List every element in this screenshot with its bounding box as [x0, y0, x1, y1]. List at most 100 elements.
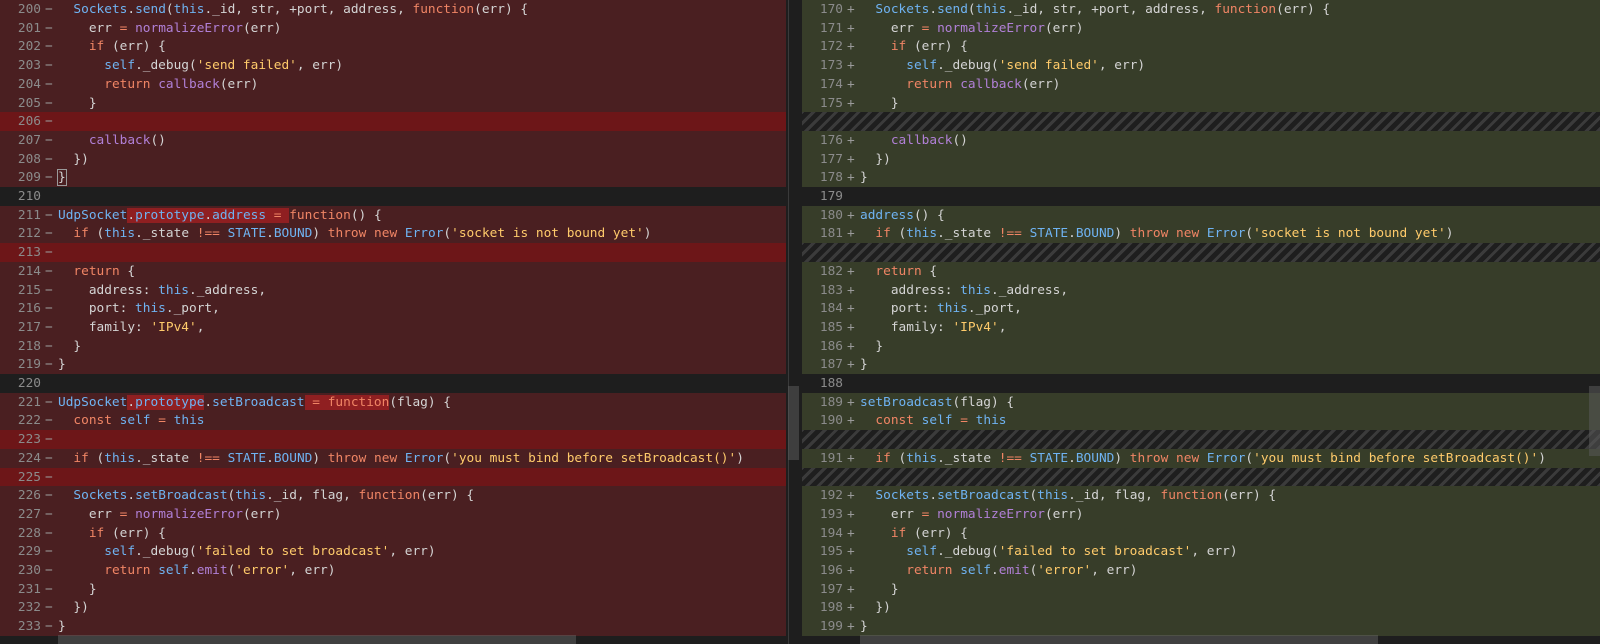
diff-line[interactable]: 205− } [0, 93, 786, 113]
diff-line[interactable]: 190 + const self = this [802, 411, 1600, 431]
diff-line[interactable]: 228− if (err) { [0, 523, 786, 543]
removed-line-marker: − [45, 151, 53, 167]
diff-filler-row[interactable] [802, 430, 1600, 450]
diff-line[interactable]: 186 + } [802, 336, 1600, 356]
diff-line[interactable]: 216− port: this._port, [0, 299, 786, 319]
diff-line[interactable]: 181 + if (this._state !== STATE.BOUND) th… [802, 224, 1600, 244]
diff-line[interactable]: 225− [0, 467, 786, 487]
code-token: err [860, 20, 922, 36]
diff-line[interactable]: 192 + Sockets.setBroadcast(this._id, flag… [802, 486, 1600, 506]
diff-line[interactable]: 211− UdpSocket.prototype.address = functi… [0, 205, 786, 225]
diff-pane-divider[interactable] [786, 0, 802, 644]
diff-line[interactable]: 198 + }) [802, 598, 1600, 618]
diff-line[interactable]: 221− UdpSocket.prototype.setBroadcast = f… [0, 392, 786, 412]
diff-line[interactable]: 223− [0, 430, 786, 450]
diff-filler-row[interactable] [802, 112, 1600, 132]
diff-line[interactable]: 219−} [0, 355, 786, 375]
diff-line[interactable]: 233−} [0, 617, 786, 637]
line-number: 189 [819, 394, 843, 410]
diff-line[interactable]: 199 +} [802, 617, 1600, 637]
right-vertical-scrollbar-thumb[interactable] [1589, 386, 1600, 456]
diff-line[interactable]: 224− if (this._state !== STATE.BOUND) th… [0, 448, 786, 468]
diff-line[interactable]: 201− err = normalizeError(err) [0, 18, 786, 38]
diff-line[interactable]: 191 + if (this._state !== STATE.BOUND) th… [802, 448, 1600, 468]
code-token: (err) { [1276, 2, 1331, 17]
diff-line[interactable]: 175 + } [802, 93, 1600, 113]
diff-line[interactable]: 180 + address() { [802, 205, 1600, 225]
diff-line[interactable]: 230− return self.emit('error', err) [0, 561, 786, 580]
right-horizontal-scrollbar[interactable] [860, 635, 1378, 644]
diff-line[interactable]: 183 + address: this._address, [802, 280, 1600, 300]
line-number: 184 [819, 301, 843, 317]
diff-line[interactable]: 227− err = normalizeError(err) [0, 504, 786, 524]
diff-line[interactable]: 209−} [0, 168, 786, 188]
diff-line[interactable]: 226− Sockets.setBroadcast(this._id, flag… [0, 486, 786, 506]
diff-filler-row[interactable] [802, 243, 1600, 263]
code-text: UdpSocket.prototype.address = function()… [58, 206, 382, 225]
code-token: self [104, 58, 136, 74]
code-text: } [860, 94, 899, 113]
diff-line[interactable]: 231− } [0, 579, 786, 599]
diff-line[interactable]: 200− Sockets.send(this._id, str, +port, … [0, 0, 786, 19]
diff-line[interactable]: 222− const self = this [0, 411, 786, 431]
code-token: . [929, 2, 938, 17]
code-text: } [58, 337, 81, 356]
diff-line[interactable]: 177 + }) [802, 149, 1600, 169]
diff-line[interactable]: 206− [0, 112, 786, 132]
diff-line[interactable]: 171 + err = normalizeError(err) [802, 18, 1600, 38]
removed-line-marker: − [45, 263, 53, 279]
diff-line[interactable]: 232− }) [0, 598, 786, 618]
left-horizontal-scrollbar[interactable] [58, 635, 576, 644]
code-token: 'failed to set broadcast' [196, 544, 390, 560]
diff-line[interactable]: 176 + callback() [802, 130, 1600, 150]
diff-line[interactable]: 193 + err = normalizeError(err) [802, 504, 1600, 524]
diff-line[interactable]: 195 + self._debug('failed to set broadcas… [802, 542, 1600, 562]
diff-line[interactable]: 210 [0, 187, 786, 206]
diff-line[interactable]: 202− if (err) { [0, 37, 786, 57]
diff-line[interactable]: 203− self._debug('send failed', err) [0, 56, 786, 76]
code-token: ( [88, 450, 105, 466]
diff-line[interactable]: 217− family: 'IPv4', [0, 317, 786, 337]
diff-line[interactable]: 170 + Sockets.send(this._id, str, +port, … [802, 0, 1600, 19]
code-token: . [266, 450, 274, 466]
diff-line[interactable]: 214− return { [0, 261, 786, 281]
diff-line[interactable]: 178 +} [802, 168, 1600, 188]
diff-line[interactable]: 182 + return { [802, 261, 1600, 281]
diff-line[interactable]: 215− address: this._address, [0, 280, 786, 300]
removed-line-marker: − [45, 394, 53, 410]
diff-line[interactable]: 196 + return self.emit('error', err) [802, 561, 1600, 580]
diff-line[interactable]: 204− return callback(err) [0, 74, 786, 94]
diff-line[interactable]: 229− self._debug('failed to set broadcas… [0, 542, 786, 562]
diff-line[interactable]: 184 + port: this._port, [802, 299, 1600, 319]
diff-line[interactable]: 207− callback() [0, 130, 786, 150]
code-token: if [73, 226, 89, 242]
diff-line[interactable]: 187 +} [802, 355, 1600, 375]
diff-filler-row[interactable] [802, 467, 1600, 487]
diff-line[interactable]: 213− [0, 243, 786, 263]
diff-line[interactable]: 194 + if (err) { [802, 523, 1600, 543]
diff-line[interactable]: 212− if (this._state !== STATE.BOUND) th… [0, 224, 786, 244]
diff-line[interactable]: 188 [802, 374, 1600, 393]
diff-line[interactable]: 189 + setBroadcast(flag) { [802, 392, 1600, 412]
diff-line[interactable]: 179 [802, 187, 1600, 206]
code-token: callback [890, 132, 953, 148]
diff-line[interactable]: 220 [0, 374, 786, 393]
code-text: err = normalizeError(err) [58, 19, 282, 38]
diff-line[interactable]: 197 + } [802, 579, 1600, 599]
diff-line[interactable]: 172 + if (err) { [802, 37, 1600, 57]
code-token: Sockets [875, 2, 930, 17]
code-text: const self = this [58, 411, 204, 430]
code-text: return callback(err) [58, 75, 258, 94]
code-text: address() { [860, 206, 945, 225]
removed-line-marker: − [45, 413, 53, 429]
diff-line[interactable]: 218− } [0, 336, 786, 356]
diff-line[interactable]: 173 + self._debug('send failed', err) [802, 56, 1600, 76]
code-token: ) [1114, 226, 1130, 242]
left-vertical-scrollbar-thumb[interactable] [788, 386, 799, 460]
diff-line[interactable]: 208− }) [0, 149, 786, 169]
modified-file-pane[interactable]: 170 + Sockets.send(this._id, str, +port, … [802, 0, 1600, 644]
diff-line[interactable]: 174 + return callback(err) [802, 74, 1600, 94]
line-number: 188 [819, 376, 843, 391]
original-file-pane[interactable]: 200− Sockets.send(this._id, str, +port, … [0, 0, 786, 644]
diff-line[interactable]: 185 + family: 'IPv4', [802, 317, 1600, 337]
